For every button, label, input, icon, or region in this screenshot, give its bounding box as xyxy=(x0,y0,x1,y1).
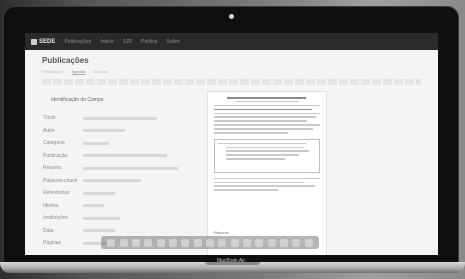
itunes-icon[interactable] xyxy=(255,238,264,247)
preview-boxed-section xyxy=(214,138,320,173)
screen: SEDE Publicações Índice SJR Política Sob… xyxy=(25,33,438,255)
metadata-heading: Identificação do Campo xyxy=(51,97,104,103)
page-body: Publicações Publicações Agenda Notícias … xyxy=(25,50,438,255)
calendar-icon[interactable] xyxy=(168,238,177,247)
nav-link-politica[interactable]: Política xyxy=(141,39,157,45)
metadata-label: Idioma xyxy=(43,202,59,209)
info-notice xyxy=(42,79,421,85)
contacts-icon[interactable] xyxy=(156,238,165,247)
preview-line xyxy=(225,158,285,160)
nav-link-indice[interactable]: Índice xyxy=(100,39,113,45)
messages-icon[interactable] xyxy=(230,238,239,247)
photos-icon[interactable] xyxy=(218,238,227,247)
preview-line xyxy=(214,112,320,115)
tab-agenda[interactable]: Agenda xyxy=(71,69,86,75)
dock xyxy=(101,236,319,249)
top-navigation-bar: SEDE Publicações Índice SJR Política Sob… xyxy=(25,33,438,50)
preview-line xyxy=(225,154,300,156)
preview-caption: Resumo xyxy=(214,230,229,235)
preview-line xyxy=(214,185,315,187)
preview-line xyxy=(214,181,305,184)
metadata-row: Categoria xyxy=(43,137,193,150)
nav-link-sjr[interactable]: SJR xyxy=(123,39,132,45)
preview-line xyxy=(214,108,312,111)
metadata-value xyxy=(83,191,115,195)
metadata-value xyxy=(83,154,167,158)
maps-icon[interactable] xyxy=(205,238,214,247)
reminders-icon[interactable] xyxy=(193,238,202,247)
preview-line xyxy=(214,124,320,126)
notes-icon[interactable] xyxy=(181,238,190,247)
metadata-value xyxy=(83,166,178,170)
metadata-value xyxy=(83,216,120,220)
ibooks-icon[interactable] xyxy=(267,238,276,247)
metadata-label: Palavras-chave xyxy=(43,177,78,184)
metadata-label: Publicação xyxy=(43,152,68,159)
lid-notch xyxy=(205,262,260,265)
preview-line xyxy=(235,100,299,103)
metadata-label: Data xyxy=(43,227,54,234)
preview-line xyxy=(214,120,308,122)
tab-publicacoes[interactable]: Publicações xyxy=(42,69,64,75)
metadata-row: Autor xyxy=(43,125,193,138)
preferences-icon[interactable] xyxy=(292,238,301,247)
page-title: Publicações xyxy=(42,56,89,65)
camera-icon xyxy=(229,14,234,19)
launchpad-icon[interactable] xyxy=(119,238,128,247)
metadata-label: Autor xyxy=(43,127,55,134)
metadata-row: Referências xyxy=(43,187,193,200)
preview-line xyxy=(214,116,316,119)
nav-link-publicacoes[interactable]: Publicações xyxy=(64,39,91,45)
metadata-value xyxy=(83,129,125,133)
metadata-value xyxy=(83,141,109,145)
metadata-label: Instituições xyxy=(43,215,69,222)
preview-line xyxy=(214,132,289,134)
preview-line xyxy=(214,189,278,191)
publication-content: Identificação do Campo Título Autor Catego… xyxy=(43,91,426,255)
mail-icon[interactable] xyxy=(144,238,153,247)
metadata-row: Resumo xyxy=(43,162,193,175)
preview-line xyxy=(225,146,305,149)
preview-line xyxy=(218,142,307,145)
safari-icon[interactable] xyxy=(131,238,140,247)
nav-link-sobre[interactable]: Sobre xyxy=(167,39,180,45)
tab-bar: Publicações Agenda Notícias xyxy=(42,69,426,75)
metadata-row: Publicação xyxy=(43,150,193,163)
metadata-label: Resumo xyxy=(43,165,62,172)
logo-icon xyxy=(31,38,37,45)
facetime-icon[interactable] xyxy=(242,238,251,247)
laptop-base xyxy=(0,262,465,273)
metadata-value xyxy=(83,204,104,208)
preview-line xyxy=(214,128,313,130)
trash-icon[interactable] xyxy=(304,238,313,247)
document-preview[interactable]: Resumo xyxy=(207,91,327,255)
metadata-panel: Identificação do Campo Título Autor Catego… xyxy=(43,91,193,255)
metadata-row: Idioma xyxy=(43,200,193,213)
laptop-bezel: SEDE Publicações Índice SJR Política Sob… xyxy=(3,6,459,264)
appstore-icon[interactable] xyxy=(279,238,288,247)
metadata-label: Categoria xyxy=(43,140,65,147)
tab-noticias[interactable]: Notícias xyxy=(93,69,107,75)
metadata-row: Título xyxy=(43,112,193,125)
metadata-row: Palavras-chave xyxy=(43,175,193,188)
preview-line xyxy=(214,104,320,107)
preview-title-line xyxy=(226,97,307,99)
metadata-label: Páginas xyxy=(43,240,62,247)
preview-line xyxy=(225,150,310,152)
finder-icon[interactable] xyxy=(107,238,116,247)
site-logo-text: SEDE xyxy=(39,38,56,45)
metadata-row: Instituições xyxy=(43,212,193,225)
site-logo[interactable]: SEDE xyxy=(31,38,56,45)
metadata-label: Referências xyxy=(43,190,70,197)
metadata-value xyxy=(83,116,157,120)
metadata-value xyxy=(83,179,141,183)
metadata-value xyxy=(83,229,115,233)
preview-line xyxy=(214,177,320,180)
metadata-label: Título xyxy=(43,115,56,122)
